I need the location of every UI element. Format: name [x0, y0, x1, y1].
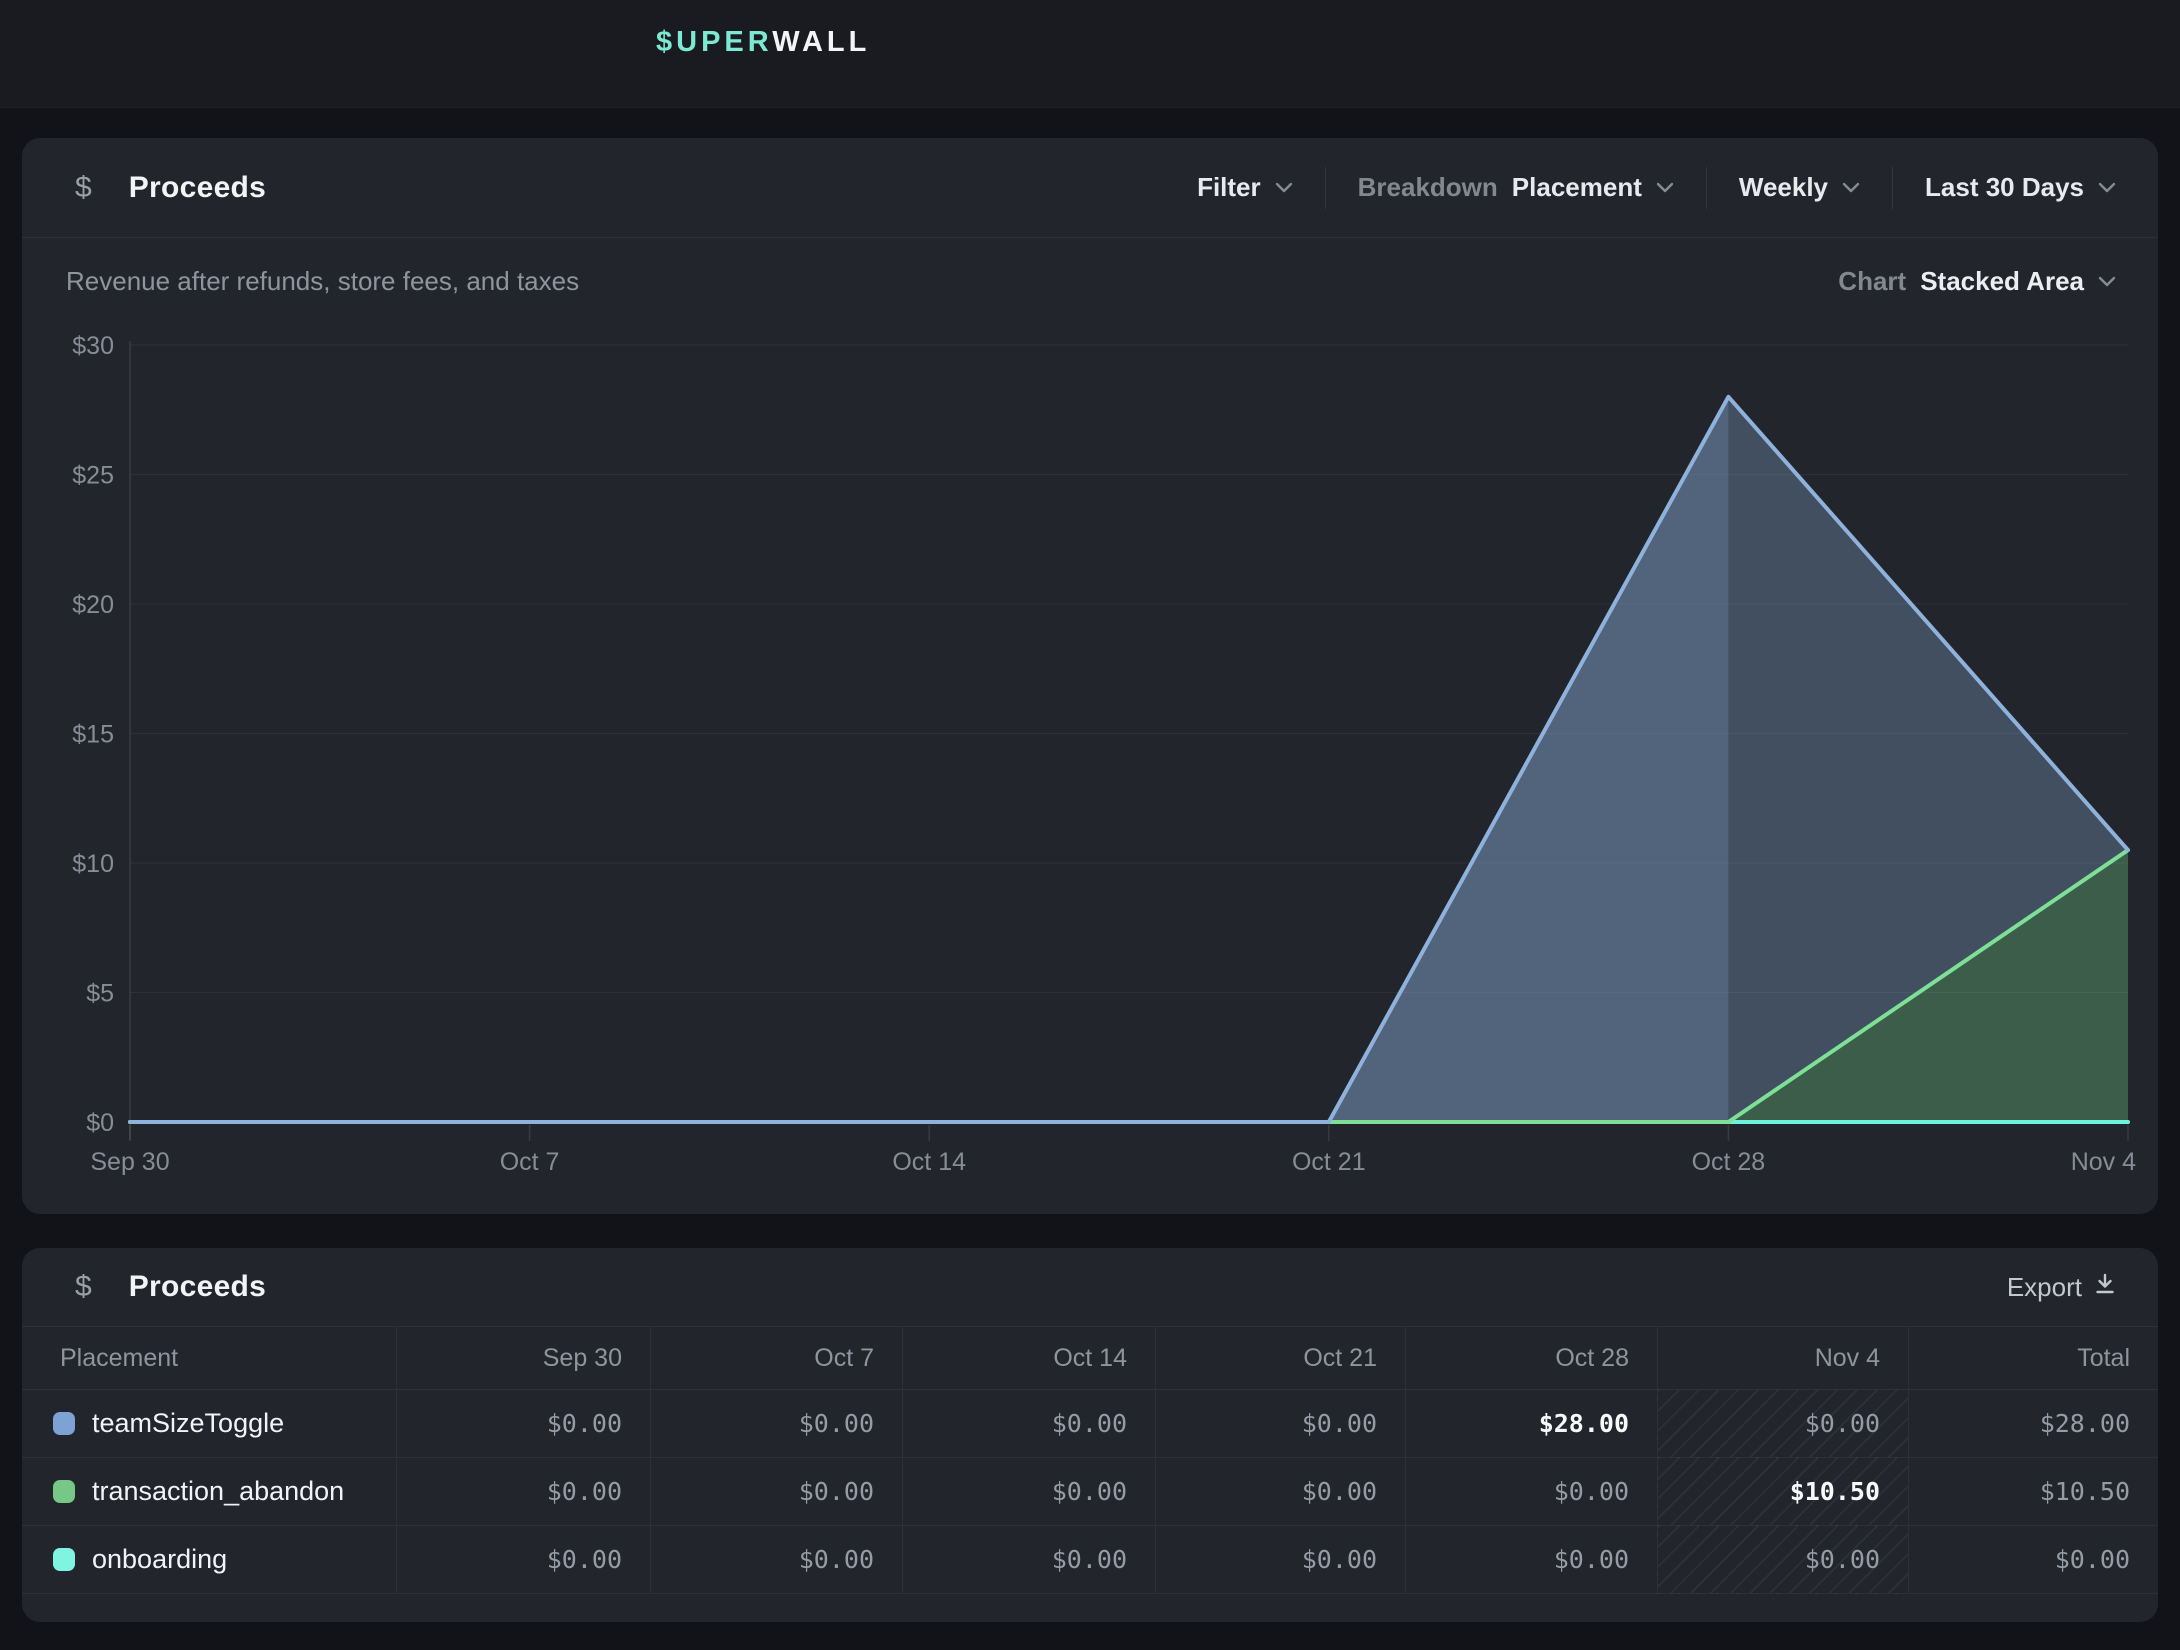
chart-subheader: Revenue after refunds, store fees, and t…: [22, 238, 2158, 297]
column-header-oct-21: Oct 21: [1155, 1326, 1405, 1390]
value-cell: $10.50: [1908, 1458, 2158, 1526]
column-header-oct-28: Oct 28: [1405, 1326, 1657, 1390]
svg-text:$30: $30: [72, 332, 114, 360]
value-cell: $0.00: [1908, 1526, 2158, 1594]
column-header-oct-14: Oct 14: [902, 1326, 1155, 1390]
svg-text:$5: $5: [86, 980, 114, 1008]
divider: [1706, 167, 1707, 209]
top-nav-bar: $UPERWALL: [0, 0, 2180, 108]
svg-text:$10: $10: [72, 850, 114, 878]
value-cell: $0.00: [650, 1526, 902, 1594]
column-header-sep-30: Sep 30: [396, 1326, 650, 1390]
svg-text:$15: $15: [72, 721, 114, 749]
filter-label: Filter: [1197, 172, 1261, 203]
svg-text:Oct 7: Oct 7: [500, 1148, 560, 1176]
value-cell: $0.00: [396, 1526, 650, 1594]
value-cell: $28.00: [1908, 1390, 2158, 1458]
chart-type-label: Chart: [1838, 266, 1906, 297]
chart-controls: Filter Breakdown Placement Weekly Last 3…: [1197, 167, 2116, 209]
svg-text:$25: $25: [72, 462, 114, 490]
breakdown-select[interactable]: Breakdown Placement: [1358, 172, 1674, 203]
proceeds-table-card: $ Proceeds Export PlacementSep 30Oct 7Oc…: [22, 1248, 2158, 1622]
dollar-icon: $: [75, 1270, 92, 1304]
value-cell: $0.00: [1657, 1390, 1908, 1458]
svg-text:$0: $0: [86, 1109, 114, 1137]
table-card-title: Proceeds: [129, 1270, 266, 1304]
column-header-oct-7: Oct 7: [650, 1326, 902, 1390]
chevron-down-icon: [1842, 182, 1860, 193]
divider: [1892, 167, 1893, 209]
chart-card-title: Proceeds: [129, 171, 266, 205]
chart-type-select[interactable]: Chart Stacked Area: [1838, 266, 2116, 297]
column-header-nov-4: Nov 4: [1657, 1326, 1908, 1390]
table-card-header: $ Proceeds Export: [22, 1248, 2158, 1326]
date-range-value: Last 30 Days: [1925, 172, 2084, 203]
placement-label: onboarding: [92, 1544, 227, 1575]
chart-type-value: Stacked Area: [1920, 266, 2084, 297]
dollar-icon: $: [75, 171, 92, 205]
svg-text:Oct 14: Oct 14: [892, 1148, 966, 1176]
column-header-placement: Placement: [22, 1326, 396, 1390]
column-header-total: Total: [1908, 1326, 2158, 1390]
value-cell: $0.00: [1405, 1458, 1657, 1526]
breakdown-label: Breakdown: [1358, 172, 1498, 203]
page: $UPERWALL $ Proceeds Filter Breakdown Pl…: [0, 0, 2180, 1650]
chart-card-header: $ Proceeds Filter Breakdown Placement We…: [22, 138, 2158, 238]
export-label: Export: [2007, 1272, 2082, 1303]
value-cell: $0.00: [650, 1390, 902, 1458]
breakdown-value: Placement: [1512, 172, 1642, 203]
svg-text:Nov 4: Nov 4: [2071, 1148, 2136, 1176]
filter-button[interactable]: Filter: [1197, 172, 1293, 203]
value-cell: $0.00: [902, 1458, 1155, 1526]
placement-name-cell: teamSizeToggle: [22, 1390, 396, 1458]
download-icon: [2094, 1272, 2116, 1303]
divider: [1325, 167, 1326, 209]
svg-text:$20: $20: [72, 591, 114, 619]
value-cell: $0.00: [1405, 1526, 1657, 1594]
value-cell: $0.00: [1657, 1526, 1908, 1594]
chevron-down-icon: [2098, 182, 2116, 193]
value-cell: $0.00: [902, 1390, 1155, 1458]
table-header-row: PlacementSep 30Oct 7Oct 14Oct 21Oct 28No…: [22, 1326, 2158, 1390]
svg-text:Sep 30: Sep 30: [90, 1148, 169, 1176]
chevron-down-icon: [1275, 182, 1293, 193]
table-body: teamSizeToggle$0.00$0.00$0.00$0.00$28.00…: [22, 1390, 2158, 1594]
svg-text:Oct 28: Oct 28: [1692, 1148, 1766, 1176]
svg-text:Oct 21: Oct 21: [1292, 1148, 1366, 1176]
value-cell: $0.00: [902, 1526, 1155, 1594]
logo-accent: $UPER: [656, 26, 772, 58]
series-color-swatch: [53, 1412, 75, 1435]
series-color-swatch: [53, 1480, 75, 1503]
superwall-logo[interactable]: $UPERWALL: [656, 26, 870, 59]
value-cell: $28.00: [1405, 1390, 1657, 1458]
value-cell: $0.00: [1155, 1390, 1405, 1458]
value-cell: $0.00: [1155, 1526, 1405, 1594]
placement-name-cell: transaction_abandon: [22, 1458, 396, 1526]
stacked-area-chart[interactable]: $30 $25 $20 $15 $10 $5 $0 Sep 30 Oct 7 Oct 14 Oct …: [22, 138, 2158, 1214]
series-color-swatch: [53, 1548, 75, 1571]
table-row-teamSizeToggle: teamSizeToggle$0.00$0.00$0.00$0.00$28.00…: [22, 1390, 2158, 1458]
placement-name-cell: onboarding: [22, 1526, 396, 1594]
placement-label: transaction_abandon: [92, 1476, 344, 1507]
chevron-down-icon: [1656, 182, 1674, 193]
logo-rest: WALL: [772, 26, 870, 58]
value-cell: $0.00: [650, 1458, 902, 1526]
chart-subtitle: Revenue after refunds, store fees, and t…: [66, 266, 579, 297]
value-cell: $0.00: [396, 1458, 650, 1526]
proceeds-chart-card: $ Proceeds Filter Breakdown Placement We…: [22, 138, 2158, 1214]
value-cell: $0.00: [1155, 1458, 1405, 1526]
value-cell: $0.00: [396, 1390, 650, 1458]
placement-label: teamSizeToggle: [92, 1408, 284, 1439]
date-range-select[interactable]: Last 30 Days: [1925, 172, 2116, 203]
chevron-down-icon: [2098, 276, 2116, 287]
value-cell: $10.50: [1657, 1458, 1908, 1526]
table-row-transaction_abandon: transaction_abandon$0.00$0.00$0.00$0.00$…: [22, 1458, 2158, 1526]
table-row-onboarding: onboarding$0.00$0.00$0.00$0.00$0.00$0.00…: [22, 1526, 2158, 1594]
export-button[interactable]: Export: [2007, 1272, 2116, 1303]
interval-select[interactable]: Weekly: [1739, 172, 1860, 203]
interval-value: Weekly: [1739, 172, 1828, 203]
